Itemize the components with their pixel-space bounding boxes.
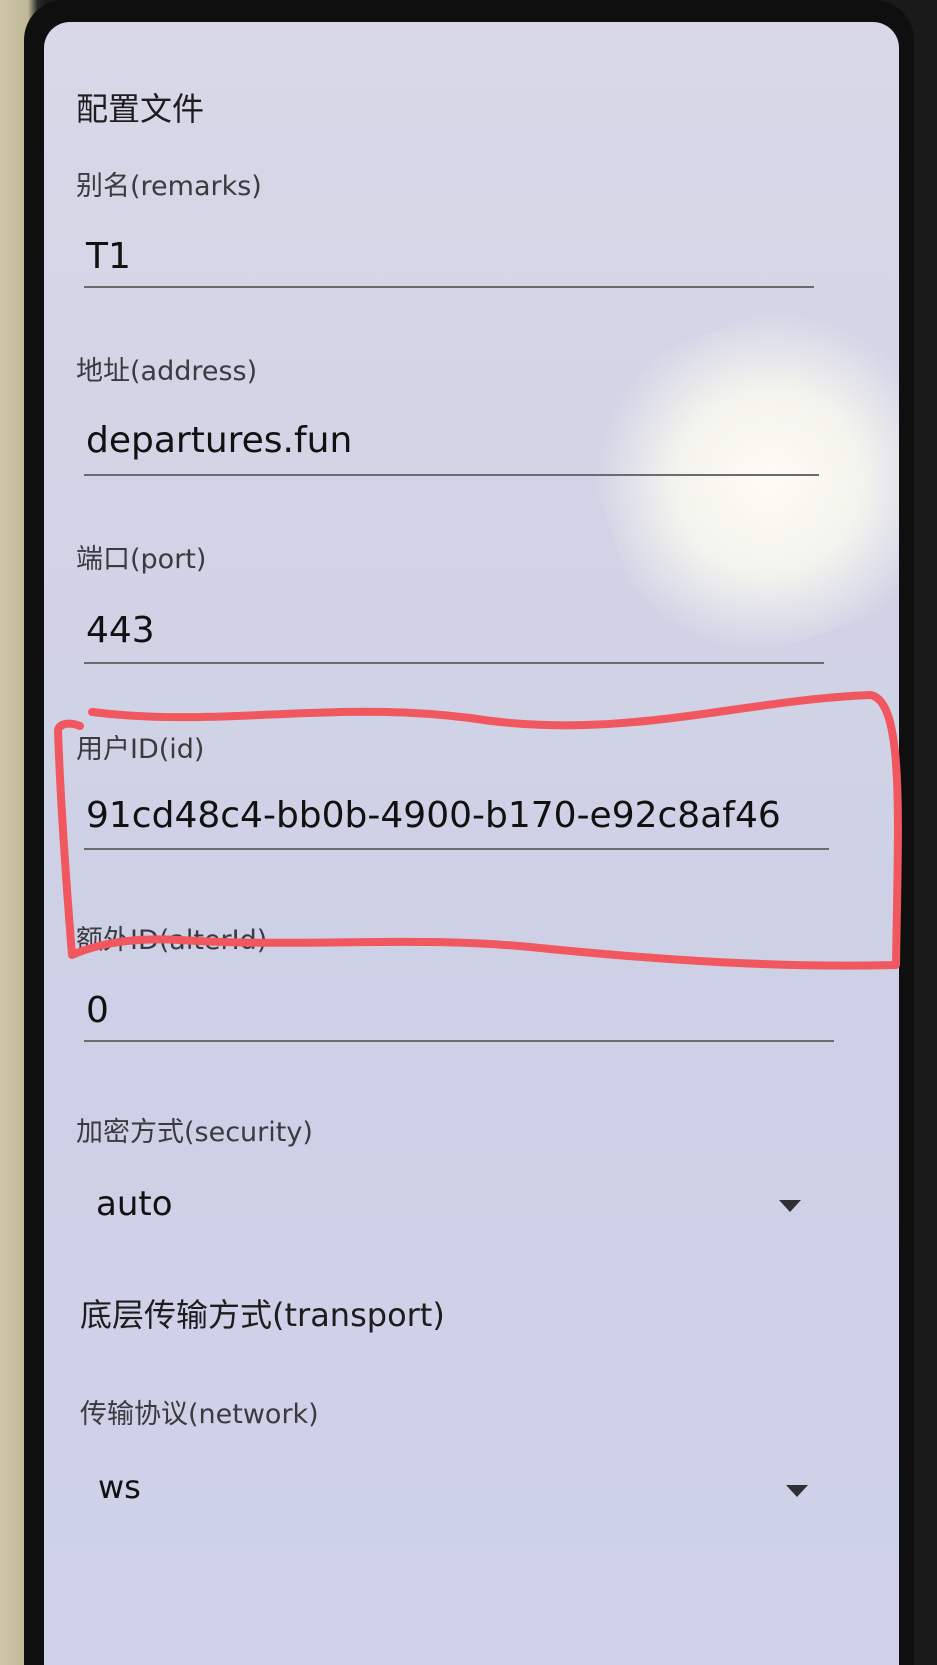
port-input[interactable]: 443 xyxy=(86,610,155,651)
alter-id-underline xyxy=(84,1040,834,1042)
network-dropdown-icon[interactable] xyxy=(786,1485,808,1497)
screen-glare xyxy=(559,275,899,689)
profile-section-title: 配置文件 xyxy=(76,90,205,128)
address-underline xyxy=(84,474,819,476)
photo-background: ‹ 配置文件 别名(remarks) T1 地址(address) depart… xyxy=(0,0,937,1665)
port-underline xyxy=(84,662,824,664)
remarks-label: 别名(remarks) xyxy=(76,171,262,202)
alter-id-label: 额外ID(alterId) xyxy=(76,925,268,956)
address-label: 地址(address) xyxy=(76,356,258,387)
address-input[interactable]: departures.fun xyxy=(86,420,352,461)
security-select[interactable]: auto xyxy=(96,1184,173,1224)
remarks-underline xyxy=(84,286,814,288)
network-select[interactable]: ws xyxy=(98,1468,141,1506)
transport-section-title: 底层传输方式(transport) xyxy=(80,1296,445,1334)
security-label: 加密方式(security) xyxy=(76,1117,313,1148)
alter-id-input[interactable]: 0 xyxy=(86,990,109,1031)
security-dropdown-icon[interactable] xyxy=(779,1200,801,1212)
app-screen: ‹ 配置文件 别名(remarks) T1 地址(address) depart… xyxy=(44,22,899,1665)
user-id-label: 用户ID(id) xyxy=(76,734,205,765)
user-id-underline xyxy=(84,848,829,850)
port-label: 端口(port) xyxy=(76,544,207,575)
network-label: 传输协议(network) xyxy=(80,1399,319,1430)
user-id-input[interactable]: 91cd48c4-bb0b-4900-b170-e92c8af46 xyxy=(86,795,781,836)
remarks-input[interactable]: T1 xyxy=(86,236,131,277)
